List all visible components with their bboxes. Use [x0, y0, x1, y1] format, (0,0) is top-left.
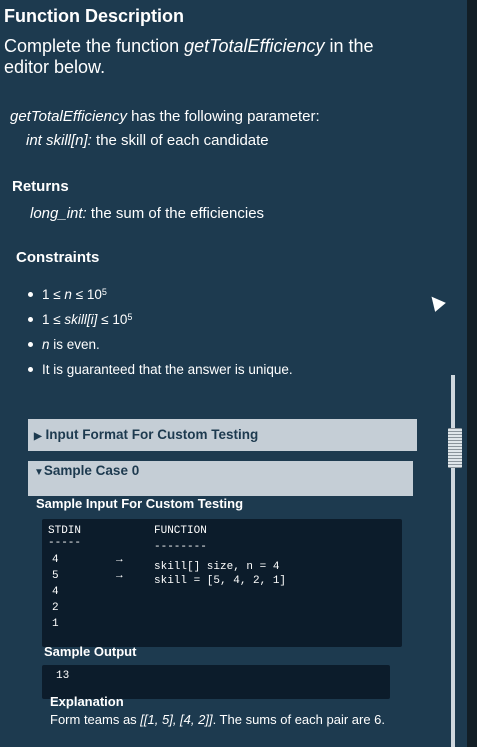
scrollbar-grip[interactable] [448, 428, 462, 468]
constraint-item: n is even. [28, 332, 293, 357]
arrow-icon: → [116, 554, 123, 566]
function-line: skill[] size, n = 4 [154, 561, 280, 573]
sample-input-heading: Sample Input For Custom Testing [36, 496, 244, 511]
parameter-item: int skill[n]: the skill of each candidat… [26, 132, 269, 149]
stdin-value: 4 [52, 554, 59, 566]
caret-down-icon: ▼ [34, 467, 44, 478]
param-desc: the skill of each candidate [91, 132, 269, 149]
explanation-heading: Explanation [50, 694, 124, 709]
sample-case-label: Sample Case 0 [43, 463, 140, 478]
input-format-toggle[interactable]: ▶ Input Format For Custom Testing [28, 419, 417, 451]
param-function-name: getTotalEfficiency [10, 108, 128, 125]
arrow-icon: → [116, 570, 123, 582]
function-rule: -------- [154, 541, 207, 553]
function-line: skill = [5, 4, 2, 1] [154, 575, 287, 587]
stdin-value: 4 [52, 586, 59, 598]
return-desc: the sum of the efficiencies [86, 205, 265, 222]
constraint-item: 1 ≤ skill[i] ≤ 105 [28, 307, 293, 332]
output-value: 13 [56, 670, 70, 682]
function-description-heading: Function Description [4, 6, 184, 26]
explanation-text: Form teams as [[1, 5], [4, 2]]. The sums… [50, 712, 386, 727]
constraints-heading: Constraints [16, 249, 100, 266]
sample-case-toggle[interactable]: ▼Sample Case 0 [28, 461, 413, 496]
sample-input-code: STDIN ----- FUNCTION -------- 4 5 4 2 1 … [42, 519, 402, 647]
function-header: FUNCTION [154, 525, 207, 537]
parameters-line: getTotalEfficiency has the following par… [10, 108, 320, 125]
constraint-item: 1 ≤ n ≤ 105 [28, 282, 293, 307]
param-text: has the following parameter: [127, 108, 320, 125]
stdin-value: 1 [52, 618, 59, 630]
stdin-value: 5 [52, 570, 59, 582]
intro-prefix: Complete the function [4, 36, 185, 56]
return-type: long_int: [30, 205, 87, 222]
sample-output-heading: Sample Output [44, 644, 137, 659]
function-name: getTotalEfficiency [184, 36, 325, 56]
input-format-label: Input Format For Custom Testing [45, 427, 259, 442]
returns-item: long_int: the sum of the efficiencies [30, 205, 264, 222]
constraints-list: 1 ≤ n ≤ 105 1 ≤ skill[i] ≤ 105 n is even… [28, 282, 293, 382]
stdin-rule: ----- [48, 537, 82, 549]
screen-bezel [467, 0, 477, 747]
returns-heading: Returns [12, 178, 69, 195]
stdin-value: 2 [52, 602, 59, 614]
constraint-item: It is guaranteed that the answer is uniq… [28, 357, 293, 382]
param-type: int skill[n]: [26, 132, 92, 149]
caret-right-icon: ▶ [34, 431, 42, 442]
mouse-cursor-icon [426, 292, 446, 312]
function-description-text: Complete the function getTotalEfficiency… [4, 36, 414, 78]
stdin-header: STDIN [48, 525, 82, 537]
